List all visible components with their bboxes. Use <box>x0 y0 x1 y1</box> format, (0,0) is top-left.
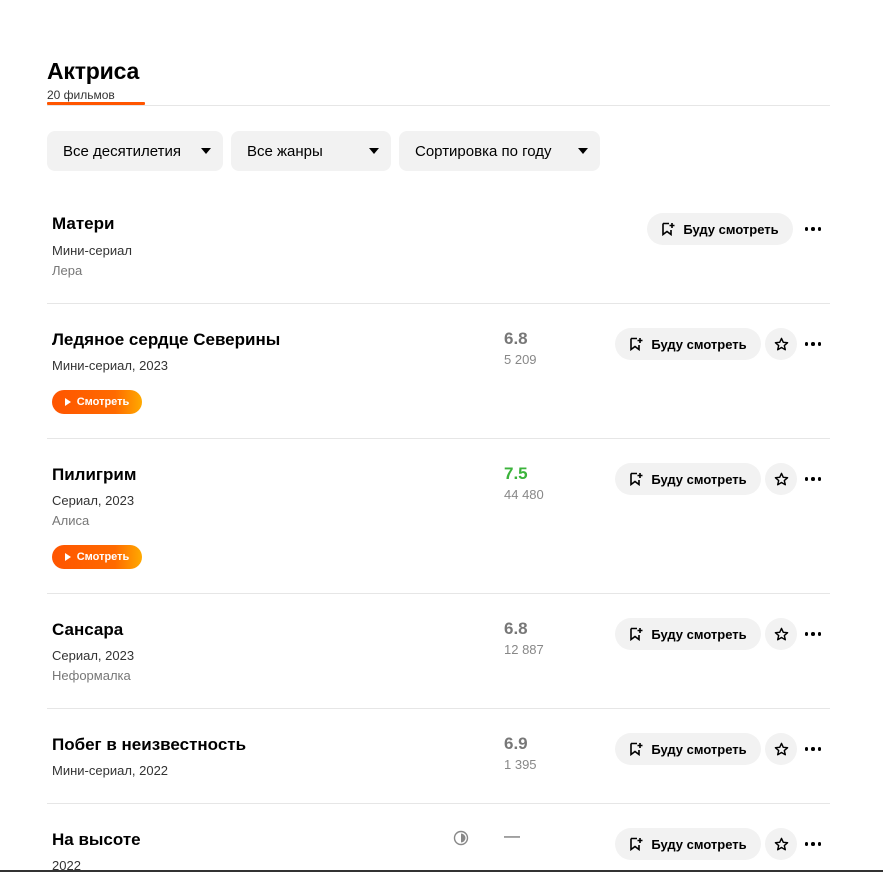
star-icon <box>774 742 788 755</box>
more-button[interactable] <box>801 828 825 860</box>
bookmark-plus-icon <box>630 627 643 641</box>
divider <box>47 105 830 106</box>
more-dots-icon <box>804 342 822 346</box>
film-meta: Сериал, 2023 <box>52 648 135 663</box>
watch-online-label: Смотреть <box>76 551 130 563</box>
film-title[interactable]: Матери <box>52 214 114 234</box>
film-title[interactable]: Ледяное сердце Северины <box>52 330 280 350</box>
film-rating: 6.9 <box>504 734 528 753</box>
want-to-watch-button[interactable]: Буду смотреть <box>647 213 793 245</box>
play-icon <box>64 398 71 406</box>
genres-filter-label: Все жанры <box>247 142 323 160</box>
bookmark-plus-icon <box>630 337 643 351</box>
caret-down-icon <box>578 148 588 154</box>
film-role: Алиса <box>52 513 90 528</box>
want-to-watch-button[interactable]: Буду смотреть <box>615 733 761 765</box>
more-dots-icon <box>804 747 822 751</box>
film-role: Лера <box>52 263 83 278</box>
list-item: Ледяное сердце Северины Мини-сериал, 202… <box>47 304 830 439</box>
want-to-watch-label: Буду смотреть <box>651 626 747 642</box>
sort-filter[interactable]: Сортировка по году <box>399 131 600 171</box>
watch-online-button[interactable]: Смотреть <box>52 545 142 569</box>
more-dots-icon <box>804 632 822 636</box>
film-meta: Мини-сериал, 2022 <box>52 763 169 778</box>
film-role: Неформалка <box>52 668 131 683</box>
film-title[interactable]: На высоте <box>52 830 141 850</box>
more-button[interactable] <box>801 328 825 360</box>
film-rating: 7.5 <box>504 464 528 483</box>
filters-bar: Все десятилетия Все жанры Сортировка по … <box>47 131 600 171</box>
watch-online-label: Смотреть <box>76 396 130 408</box>
star-icon <box>774 627 788 640</box>
more-button[interactable] <box>801 463 825 495</box>
rate-button[interactable] <box>765 828 797 860</box>
rate-button[interactable] <box>765 328 797 360</box>
window-bottom-border <box>0 870 883 872</box>
more-dots-icon <box>804 842 822 846</box>
film-title[interactable]: Побег в неизвестность <box>52 735 246 755</box>
film-rating: — <box>504 828 520 845</box>
want-to-watch-label: Буду смотреть <box>651 836 747 852</box>
want-to-watch-button[interactable]: Буду смотреть <box>615 828 761 860</box>
bookmark-plus-icon <box>630 472 643 486</box>
rate-button[interactable] <box>765 463 797 495</box>
film-rating: 6.8 <box>504 329 528 348</box>
genres-filter[interactable]: Все жанры <box>231 131 391 171</box>
bookmark-plus-icon <box>630 742 643 756</box>
more-dots-icon <box>804 477 822 481</box>
want-to-watch-button[interactable]: Буду смотреть <box>615 328 761 360</box>
want-to-watch-label: Буду смотреть <box>651 471 747 487</box>
want-to-watch-label: Буду смотреть <box>651 336 747 352</box>
film-title[interactable]: Сансара <box>52 620 123 640</box>
list-item: Побег в неизвестность Мини-сериал, 2022 … <box>47 709 830 804</box>
film-votes: 1 395 <box>504 757 537 772</box>
sort-filter-label: Сортировка по году <box>415 142 552 160</box>
film-votes: 5 209 <box>504 352 537 367</box>
bookmark-plus-icon <box>630 837 643 851</box>
more-button[interactable] <box>801 618 825 650</box>
rate-button[interactable] <box>765 733 797 765</box>
page-title: Актриса <box>47 58 140 84</box>
caret-down-icon <box>369 148 379 154</box>
list-item: На высоте 2022 — Буду смотреть <box>47 804 830 873</box>
more-button[interactable] <box>801 733 825 765</box>
play-icon <box>64 553 71 561</box>
film-count[interactable]: 20 фильмов <box>47 88 115 102</box>
more-button[interactable] <box>801 213 825 245</box>
decades-filter-label: Все десятилетия <box>63 142 181 160</box>
decades-filter[interactable]: Все десятилетия <box>47 131 223 171</box>
want-to-watch-label: Буду смотреть <box>683 221 779 237</box>
want-to-watch-button[interactable]: Буду смотреть <box>615 618 761 650</box>
film-meta: Сериал, 2023 <box>52 493 135 508</box>
list-item: Матери Мини-сериал Лера Буду смотреть <box>47 192 830 304</box>
star-icon <box>774 337 788 350</box>
film-meta: Мини-сериал, 2023 <box>52 358 169 373</box>
film-title[interactable]: Пилигрим <box>52 465 136 485</box>
star-icon <box>774 472 788 485</box>
list-item: Пилигрим Сериал, 2023 Алиса Смотреть 7.5… <box>47 439 830 594</box>
star-icon <box>774 837 788 850</box>
list-item: Сансара Сериал, 2023 Неформалка 6.8 12 8… <box>47 594 830 709</box>
more-dots-icon <box>804 227 822 231</box>
caret-down-icon <box>201 148 211 154</box>
film-votes: 44 480 <box>504 487 544 502</box>
watch-online-button[interactable]: Смотреть <box>52 390 142 414</box>
film-meta: Мини-сериал <box>52 243 132 258</box>
film-rating: 6.8 <box>504 619 528 638</box>
want-to-watch-label: Буду смотреть <box>651 741 747 757</box>
bookmark-plus-icon <box>662 222 675 236</box>
film-votes: 12 887 <box>504 642 544 657</box>
contrast-icon <box>453 830 469 846</box>
want-to-watch-button[interactable]: Буду смотреть <box>615 463 761 495</box>
rate-button[interactable] <box>765 618 797 650</box>
